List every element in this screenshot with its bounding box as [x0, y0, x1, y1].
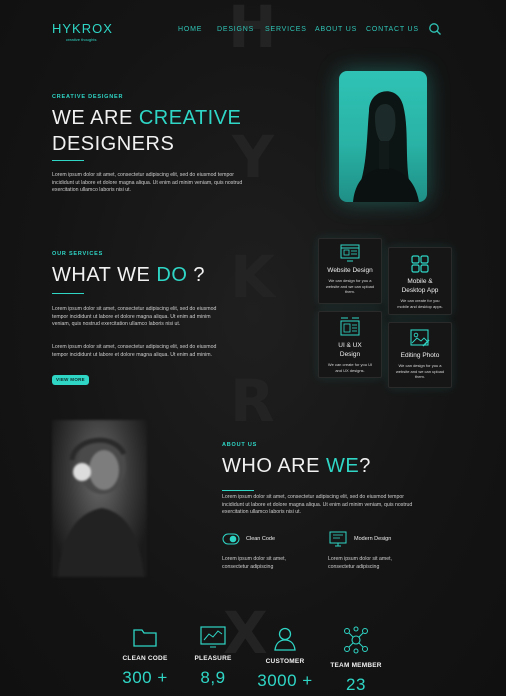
search-icon[interactable]: [428, 22, 442, 36]
service-card-app[interactable]: Mobile & Desktop App We can create for y…: [388, 247, 452, 315]
card-title: Website Design: [327, 267, 373, 274]
view-more-button[interactable]: VIEW MORE: [52, 375, 89, 385]
services-body-2: Lorem ipsum dolor sit amet, consectetur …: [52, 344, 217, 358]
nav-contact-us[interactable]: CONTACT US: [366, 26, 419, 33]
stat-team-member: TEAM MEMBER 23: [321, 626, 391, 695]
team-network-icon: [344, 626, 368, 654]
feature-title-modern-design: Modern Design: [354, 536, 392, 542]
hero-divider: [52, 160, 84, 161]
services-divider: [52, 293, 84, 294]
photo-edit-icon: [410, 329, 430, 347]
logo[interactable]: HYKROX creative thoughts: [52, 21, 113, 42]
portrait-silhouette: [353, 91, 419, 202]
toggle-icon: [222, 533, 240, 545]
folder-icon: [133, 629, 157, 647]
about-silhouette: [58, 437, 144, 577]
hero-title: WE ARE CREATIVE DESIGNERS: [52, 107, 242, 155]
service-card-photo[interactable]: Editing Photo We can design for you a we…: [388, 322, 452, 388]
services-eyebrow: OUR SERVICES: [52, 251, 104, 257]
hero-portrait: [339, 71, 427, 202]
stat-pleasure: PLEASURE 8,9: [178, 626, 248, 688]
stat-value: 8,9: [200, 668, 226, 687]
feature-desc-modern-design: Lorem ipsum dolor sit amet, consectetur …: [328, 556, 393, 570]
nav-about-us[interactable]: ABOUT US: [315, 26, 357, 33]
feature-title-clean-code: Clean Code: [246, 536, 276, 542]
about-divider: [222, 490, 254, 491]
nav-services[interactable]: SERVICES: [265, 26, 307, 33]
stat-label: CUSTOMER: [265, 658, 305, 665]
stat-value: 23: [346, 675, 366, 694]
about-portrait: [52, 420, 147, 577]
app-grid-icon: [411, 255, 429, 273]
services-body-1: Lorem ipsum dolor sit amet, consectetur …: [52, 306, 217, 328]
dashboard-icon: [200, 626, 226, 648]
website-design-icon: [340, 244, 360, 262]
card-desc: We can design for you a website and we c…: [325, 278, 375, 295]
service-card-website[interactable]: Website Design We can design for you a w…: [318, 238, 382, 304]
hero-eyebrow: CREATIVE DESIGNER: [52, 94, 124, 100]
user-icon: [274, 627, 296, 651]
ui-ux-icon: [340, 317, 360, 336]
service-card-uiux[interactable]: UI & UX Design We can create for you UI …: [318, 311, 382, 378]
about-title: WHO ARE WE?: [222, 455, 371, 477]
stat-label: CLEAN CODE: [122, 655, 168, 662]
stat-customer: CUSTOMER 3000 +: [250, 626, 320, 691]
stat-label: TEAM MEMBER: [330, 662, 382, 669]
stat-clean-code: CLEAN CODE 300 +: [110, 626, 180, 688]
about-eyebrow: ABOUT US: [222, 442, 258, 448]
card-desc: We can create for you mobile and desktop…: [397, 298, 443, 309]
services-title: WHAT WE DO ?: [52, 264, 206, 286]
card-title: Mobile & Desktop App: [401, 278, 439, 294]
landing-page: H Y K R X HYKROX creative thoughts HOME …: [0, 0, 506, 696]
hero-body: Lorem ipsum dolor sit amet, consectetur …: [52, 172, 243, 194]
card-title: UI & UX Design: [338, 342, 362, 358]
nav-home[interactable]: HOME: [178, 26, 202, 33]
monitor-design-icon: [329, 531, 347, 547]
card-desc: We can design for you a website and we c…: [395, 363, 445, 380]
watermark-letter: R: [230, 367, 275, 435]
card-desc: We can create for you UI and UX designs.: [327, 362, 373, 373]
card-title: Editing Photo: [400, 352, 440, 359]
stat-value: 3000 +: [257, 671, 313, 690]
brand-tagline: creative thoughts: [66, 37, 97, 42]
stat-label: PLEASURE: [194, 655, 232, 662]
brand-name: HYKROX: [52, 21, 113, 36]
about-body: Lorem ipsum dolor sit amet, consectetur …: [222, 494, 413, 516]
nav-designs[interactable]: DESIGNS: [217, 26, 254, 33]
stat-value: 300 +: [122, 668, 168, 687]
feature-desc-clean-code: Lorem ipsum dolor sit amet, consectetur …: [222, 556, 287, 570]
